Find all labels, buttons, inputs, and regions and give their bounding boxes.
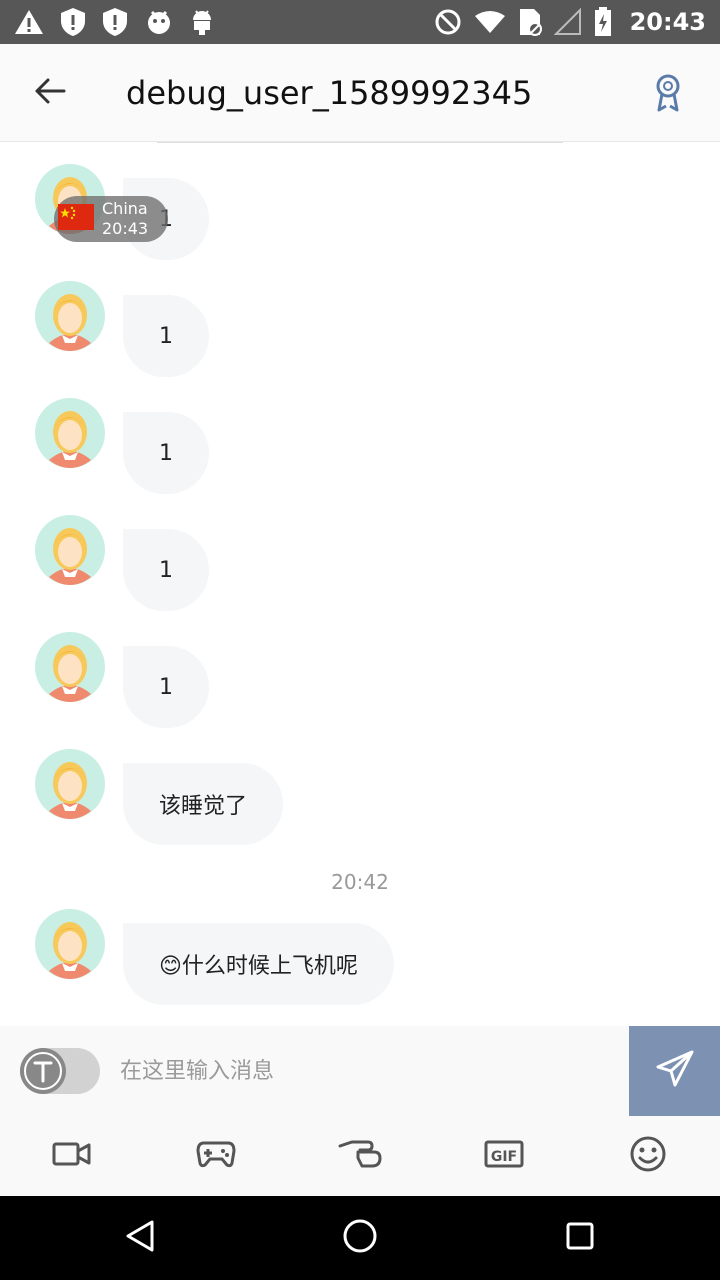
paper-plane-icon <box>655 1049 695 1093</box>
message-row: 1 <box>0 515 720 611</box>
message-input[interactable] <box>120 1048 610 1094</box>
bird-icon <box>144 8 174 36</box>
message-row: 1 <box>0 398 720 494</box>
location-time-tag: China 20:43 <box>54 196 168 242</box>
system-nav-bar <box>0 1196 720 1280</box>
message-text: 1 <box>159 440 173 466</box>
translate-t-icon <box>20 1048 66 1094</box>
geo-country: China <box>102 199 148 218</box>
shield-alert-icon <box>102 7 128 37</box>
avatar[interactable] <box>35 281 105 351</box>
message-bubble[interactable]: 1 <box>123 295 209 377</box>
message-row: 😊什么时候上飞机呢 <box>0 909 720 1005</box>
user-badge-button[interactable] <box>654 74 682 116</box>
avatar[interactable] <box>35 398 105 468</box>
avatar[interactable] <box>35 749 105 819</box>
message-text: 该睡觉了 <box>159 794 248 819</box>
shield-alert-icon <box>60 7 86 37</box>
message-bubble[interactable]: 该睡觉了 <box>123 763 284 845</box>
message-text: 1 <box>159 323 173 349</box>
android-icon <box>190 8 214 36</box>
video-icon <box>52 1140 92 1172</box>
message-text: 1 <box>159 557 173 583</box>
message-text: 1 <box>159 674 173 700</box>
send-button[interactable] <box>629 1026 720 1116</box>
circle-home-icon <box>342 1218 378 1258</box>
message-row: 该睡觉了 <box>0 749 720 845</box>
china-flag-icon <box>58 204 94 234</box>
composer <box>0 1026 720 1116</box>
status-time: 20:43 <box>629 8 706 36</box>
geo-time: 20:43 <box>102 219 149 238</box>
nav-home-button[interactable] <box>340 1218 380 1258</box>
gif-icon-label: GIF <box>491 1149 517 1165</box>
warning-icon <box>14 9 44 35</box>
award-icon <box>654 74 682 116</box>
triangle-back-icon <box>124 1219 156 1257</box>
nav-back-button[interactable] <box>120 1218 160 1258</box>
message-timestamp: 20:42 <box>331 870 389 894</box>
emoji-smile-icon <box>629 1135 667 1177</box>
message-bubble[interactable]: 1 <box>123 412 209 494</box>
message-bubble[interactable]: 1 <box>123 529 209 611</box>
gif-icon: GIF <box>484 1139 524 1173</box>
sim-icon <box>518 7 542 37</box>
action-bar: GIF <box>0 1116 720 1196</box>
message-text: 😊什么时候上飞机呢 <box>159 954 358 979</box>
message-row: 1 <box>0 281 720 377</box>
avatar[interactable] <box>35 909 105 979</box>
message-bubble[interactable]: 😊什么时候上飞机呢 <box>123 923 394 1005</box>
game-button[interactable] <box>194 1136 238 1176</box>
battery-icon <box>594 7 612 37</box>
status-bar: 20:43 <box>0 0 720 44</box>
page-title: debug_user_1589992345 <box>126 73 533 112</box>
wifi-icon <box>474 10 506 34</box>
back-button[interactable] <box>0 44 100 142</box>
chat-screen: 20:43 debug_user_1589992345 1 <box>0 0 720 1280</box>
signal-icon <box>553 8 582 36</box>
message-row: 1 <box>0 632 720 728</box>
gift-button[interactable] <box>338 1136 382 1176</box>
message-list[interactable]: 1 China 20:43 1 1 <box>0 142 720 1026</box>
gif-button[interactable]: GIF <box>482 1136 526 1176</box>
chat-header: debug_user_1589992345 <box>0 44 720 142</box>
gift-hand-icon <box>338 1138 382 1174</box>
translate-toggle[interactable] <box>20 1048 100 1094</box>
message-row: 1 China 20:43 <box>0 164 720 260</box>
message-bubble[interactable]: 1 <box>123 646 209 728</box>
arrow-left-icon <box>34 77 66 109</box>
avatar[interactable] <box>35 515 105 585</box>
emoji-button[interactable] <box>626 1136 670 1176</box>
gamepad-icon <box>196 1139 236 1173</box>
avatar[interactable] <box>35 632 105 702</box>
nav-recents-button[interactable] <box>560 1218 600 1258</box>
video-call-button[interactable] <box>50 1136 94 1176</box>
square-recents-icon <box>564 1220 596 1256</box>
divider <box>157 142 563 143</box>
do-not-disturb-icon <box>434 8 462 36</box>
